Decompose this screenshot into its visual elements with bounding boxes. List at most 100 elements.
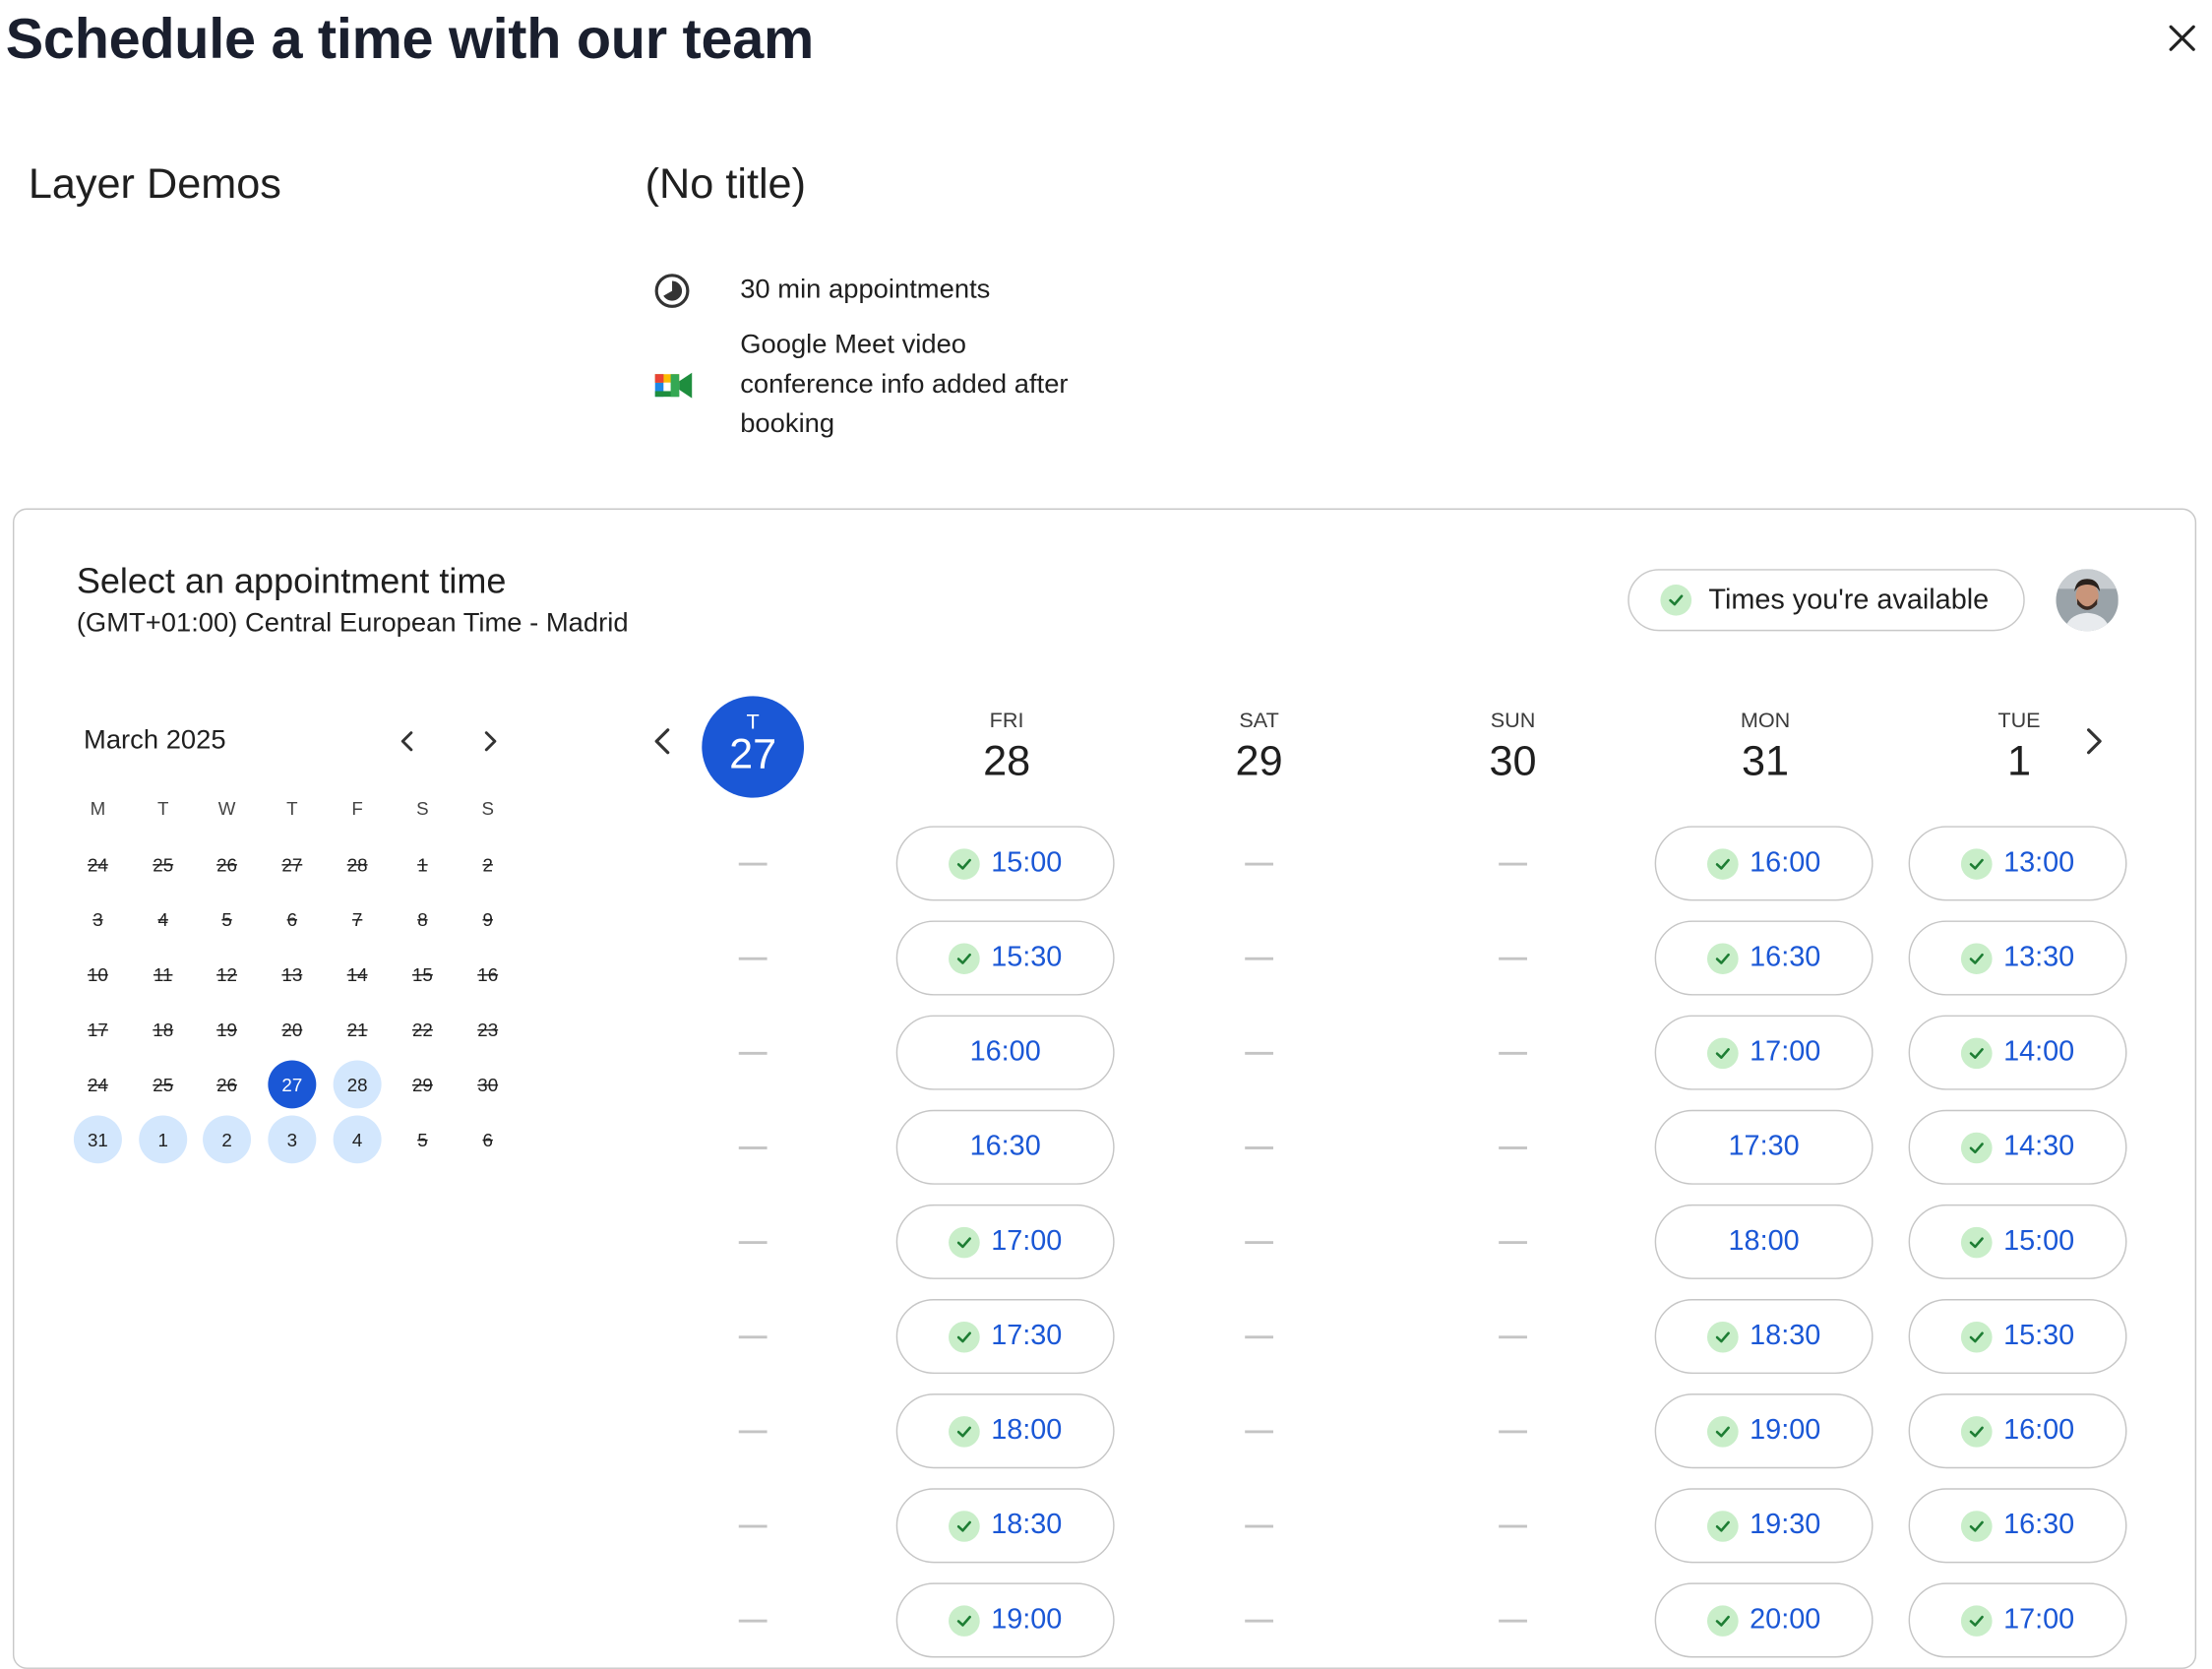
close-icon[interactable] xyxy=(2161,20,2203,62)
time-slot-button[interactable]: 15:00 xyxy=(895,826,1115,901)
time-slot-button[interactable]: 17:30 xyxy=(1654,1109,1874,1185)
time-slot-button[interactable]: 18:30 xyxy=(1654,1299,1874,1375)
time-slot-button[interactable]: 14:30 xyxy=(1908,1109,2127,1185)
mini-calendar-day[interactable]: 31 xyxy=(73,1115,122,1164)
time-slot-button[interactable]: 15:30 xyxy=(1908,1299,2127,1375)
time-slot-button[interactable]: 18:00 xyxy=(895,1393,1115,1469)
time-slot-label: 17:30 xyxy=(991,1320,1063,1352)
time-slot-label: 19:00 xyxy=(991,1603,1063,1636)
google-meet-icon xyxy=(653,370,693,402)
no-slot-dash xyxy=(1499,1146,1527,1149)
mini-calendar-day[interactable]: 3 xyxy=(268,1115,317,1164)
time-slot-button[interactable]: 16:00 xyxy=(1908,1393,2127,1469)
day-header[interactable]: MON 31 xyxy=(1652,709,1879,786)
check-icon xyxy=(1960,847,1993,880)
mini-calendar-day: 20 xyxy=(281,1019,303,1040)
mini-calendar-day: 18 xyxy=(153,1019,174,1040)
check-icon xyxy=(1706,1604,1739,1637)
check-icon xyxy=(1706,942,1739,974)
time-slot-button[interactable]: 16:30 xyxy=(1908,1488,2127,1564)
today-indicator[interactable]: T 27 xyxy=(702,696,805,798)
no-slot-dash xyxy=(1499,1335,1527,1339)
mini-calendar-day: 9 xyxy=(482,908,493,930)
mini-calendar-day[interactable]: 2 xyxy=(203,1115,252,1164)
avatar[interactable] xyxy=(2056,569,2119,632)
time-slot-label: 14:30 xyxy=(2003,1131,2075,1162)
mini-calendar-day: 25 xyxy=(153,1074,174,1095)
mini-calendar-day[interactable]: 28 xyxy=(333,1060,382,1109)
page-title: Schedule a time with our team xyxy=(5,8,815,71)
time-slot-button[interactable]: 17:00 xyxy=(895,1204,1115,1279)
time-slot-button[interactable]: 19:30 xyxy=(1654,1488,1874,1564)
day-header-num: 29 xyxy=(1235,738,1283,785)
day-header[interactable]: FRI 28 xyxy=(893,709,1121,786)
organizer-name: Layer Demos xyxy=(28,160,281,208)
time-slot-button[interactable]: 17:00 xyxy=(1654,1015,1874,1090)
mini-calendar-day: 24 xyxy=(88,1074,108,1095)
time-slot-label: 18:00 xyxy=(1728,1225,1800,1257)
time-slot-button[interactable]: 15:30 xyxy=(895,920,1115,996)
chevron-right-icon[interactable] xyxy=(470,721,510,761)
time-slot-button[interactable]: 16:30 xyxy=(1654,920,1874,996)
time-slot-label: 13:30 xyxy=(2003,942,2075,973)
mini-calendar-day: 25 xyxy=(153,853,174,875)
time-slot-button[interactable]: 19:00 xyxy=(895,1582,1115,1658)
mini-calendar-weekday: M xyxy=(90,797,106,820)
check-icon xyxy=(1960,1131,1993,1163)
mini-calendar-day: 7 xyxy=(351,908,363,930)
conference-line: conference info added after xyxy=(740,369,1069,401)
time-slot-button[interactable]: 13:00 xyxy=(1908,826,2127,901)
mini-calendar-day: 5 xyxy=(417,1129,428,1150)
mini-calendar-day: 13 xyxy=(281,963,303,985)
booking-heading: Select an appointment time xyxy=(76,562,507,602)
time-slot-label: 17:30 xyxy=(1728,1131,1800,1162)
time-slot-button[interactable]: 15:00 xyxy=(1908,1204,2127,1279)
no-slot-dash xyxy=(1245,1430,1274,1434)
timezone-label[interactable]: (GMT+01:00) Central European Time - Madr… xyxy=(77,608,629,640)
time-slot-button[interactable]: 16:30 xyxy=(895,1109,1115,1185)
time-slot-button[interactable]: 20:00 xyxy=(1654,1582,1874,1658)
check-icon xyxy=(1706,1510,1739,1542)
mini-calendar-day[interactable]: 27 xyxy=(268,1060,317,1109)
no-slot-dash xyxy=(1499,1241,1527,1245)
time-slot-label: 16:30 xyxy=(2003,1509,2075,1541)
mini-calendar-day: 11 xyxy=(153,963,173,985)
mini-calendar-day: 15 xyxy=(411,963,433,985)
time-slot-label: 17:00 xyxy=(991,1225,1063,1257)
time-slot-button[interactable]: 16:00 xyxy=(895,1015,1115,1090)
time-slot-button[interactable]: 17:00 xyxy=(1908,1582,2127,1658)
day-header-num: 30 xyxy=(1489,738,1537,785)
mini-calendar-day: 2 xyxy=(482,853,493,875)
no-slot-dash xyxy=(738,1335,768,1339)
chevron-left-icon[interactable] xyxy=(643,721,682,761)
time-slot-button[interactable]: 16:00 xyxy=(1654,826,1874,901)
day-header[interactable]: SAT 29 xyxy=(1145,709,1373,786)
time-slot-button[interactable]: 19:00 xyxy=(1654,1393,1874,1469)
day-header[interactable]: SUN 30 xyxy=(1399,709,1627,786)
mini-calendar-weekday: T xyxy=(286,797,298,820)
mini-calendar-day: 6 xyxy=(482,1129,493,1150)
no-slot-dash xyxy=(1245,1335,1274,1339)
no-slot-dash xyxy=(1245,1241,1274,1245)
mini-calendar-day: 24 xyxy=(88,853,108,875)
check-icon xyxy=(948,1415,980,1447)
time-slot-label: 15:00 xyxy=(991,846,1063,879)
time-slot-button[interactable]: 14:00 xyxy=(1908,1015,2127,1090)
no-slot-dash xyxy=(738,1146,768,1149)
mini-calendar-day[interactable]: 4 xyxy=(333,1115,382,1164)
time-slot-button[interactable]: 18:00 xyxy=(1654,1204,1874,1279)
time-slot-button[interactable]: 17:30 xyxy=(895,1299,1115,1375)
mini-calendar-day: 22 xyxy=(411,1019,433,1040)
no-slot-dash xyxy=(1499,957,1527,960)
no-slot-dash xyxy=(738,1619,768,1623)
time-slot-label: 18:00 xyxy=(991,1414,1063,1447)
mini-calendar-day[interactable]: 1 xyxy=(139,1115,188,1164)
time-slot-button[interactable]: 13:30 xyxy=(1908,920,2127,996)
no-slot-dash xyxy=(1499,862,1527,866)
chevron-left-icon[interactable] xyxy=(387,721,426,761)
today-num: 27 xyxy=(729,731,777,778)
time-slot-label: 13:00 xyxy=(2003,846,2075,879)
availability-toggle[interactable]: Times you're available xyxy=(1628,569,2025,632)
time-slot-button[interactable]: 18:30 xyxy=(895,1488,1115,1564)
chevron-right-icon[interactable] xyxy=(2074,721,2114,761)
